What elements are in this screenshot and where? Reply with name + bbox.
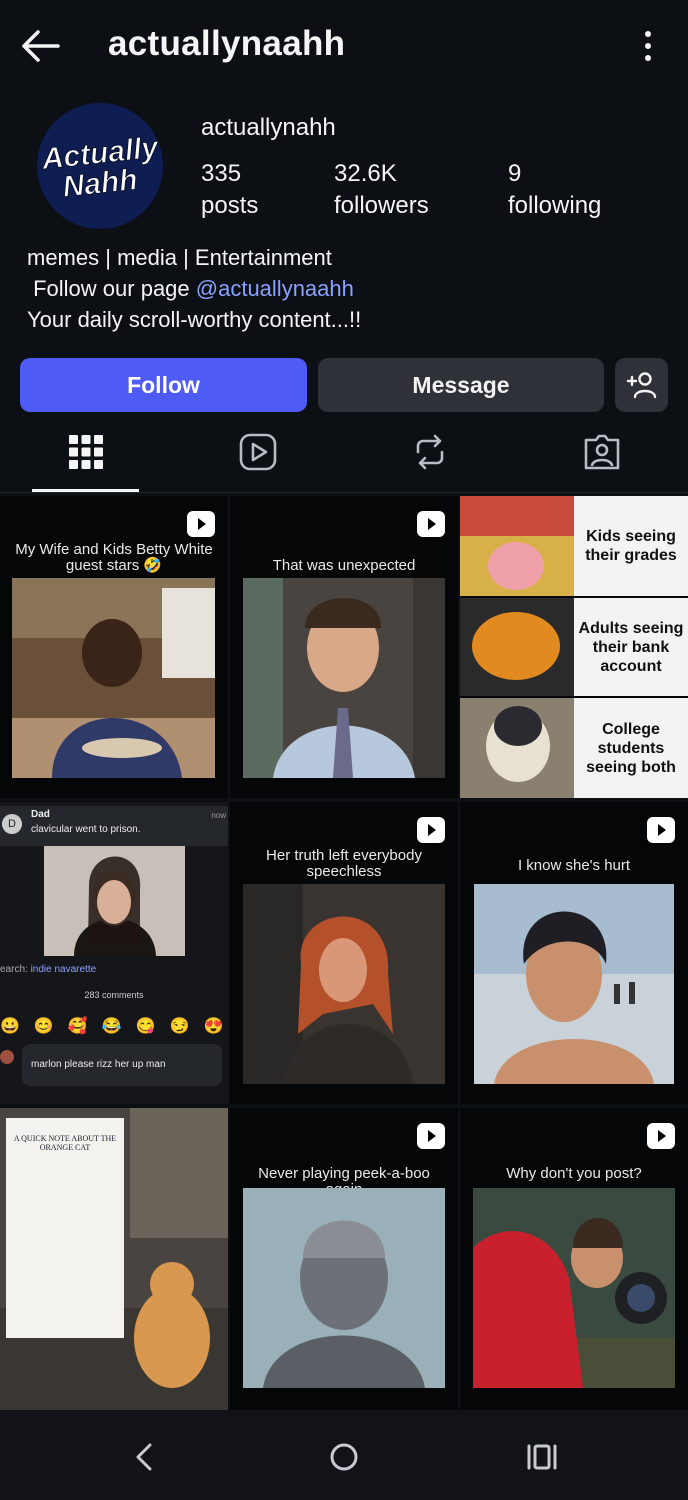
reply-text: marlon please rizz her up man (31, 1059, 166, 1070)
suggest-users-button[interactable] (615, 358, 668, 412)
meme-reaction-images (460, 496, 574, 798)
reply-avatar (0, 1050, 14, 1064)
post-tile[interactable]: Kids seeing their grades Adults seeing t… (460, 496, 688, 798)
comments-count: 283 comments (84, 990, 144, 1000)
meme-panel: Kids seeing their grades (574, 496, 688, 596)
top-bar: actuallynaahh (0, 0, 688, 92)
follow-button[interactable]: Follow (20, 358, 307, 412)
stat-following[interactable]: 9 following (508, 158, 601, 222)
tab-reels-icon[interactable] (238, 432, 278, 472)
post-thumbnail (12, 578, 215, 778)
stat-posts[interactable]: 335 posts (201, 158, 258, 222)
stat-following-value: 9 (508, 160, 522, 187)
tab-grid-icon[interactable] (66, 432, 106, 472)
reel-icon (647, 817, 675, 843)
post-tile[interactable]: That was unexpected (230, 496, 458, 798)
emoji-row: 😀😊🥰😂😋😏😍 (0, 1018, 228, 1035)
post-caption: I know she's hurt (517, 857, 631, 874)
post-tile[interactable]: Never playing peek-a-boo again (230, 1108, 458, 1410)
post-caption: My Wife and Kids Betty White guest stars… (15, 541, 213, 574)
system-nav-bar (0, 1410, 688, 1500)
reel-icon (187, 511, 215, 537)
add-person-icon (626, 372, 656, 399)
search-bar: earch: indie navarette (0, 964, 96, 975)
bio-line-2: Follow our page @actuallynaahh (27, 273, 361, 304)
post-tile[interactable]: My Wife and Kids Betty White guest stars… (0, 496, 228, 798)
meme-panel: Adults seeing their bank account (574, 598, 688, 696)
post-thumbnail (44, 846, 185, 956)
post-tile[interactable]: Why don't you post? (460, 1108, 688, 1410)
post-thumbnail (474, 884, 674, 1084)
stat-followers-value: 32.6K (334, 160, 397, 187)
post-caption: That was unexpected (272, 557, 416, 574)
tab-reposts-icon[interactable] (410, 432, 450, 472)
reel-icon (417, 1123, 445, 1149)
post-tile[interactable]: Her truth left everybody speechless (230, 802, 458, 1104)
bio-line-1: memes | media | Entertainment (27, 245, 332, 270)
bio-mention-link[interactable]: @actuallynaahh (196, 276, 354, 301)
stat-followers[interactable]: 32.6K followers (334, 158, 429, 222)
post-thumbnail (0, 1108, 228, 1410)
chat-time: now (211, 811, 226, 820)
reel-icon (417, 817, 445, 843)
meme-panel: College students seeing both (574, 698, 688, 798)
tabs-divider (0, 492, 688, 493)
post-caption: Why don't you post? (506, 1165, 642, 1182)
tab-tagged-icon[interactable] (582, 432, 622, 472)
note-title: A QUICK NOTE ABOUT THE ORANGE CAT (13, 1134, 117, 1152)
profile-tabs (0, 420, 688, 492)
bio-line-3: Your daily scroll-worthy content...!! (27, 307, 362, 332)
avatar[interactable]: Actually Nahh (37, 103, 163, 229)
post-tile[interactable]: A QUICK NOTE ABOUT THE ORANGE CAT (0, 1108, 228, 1410)
chat-avatar: D (2, 814, 22, 834)
nav-recents-icon[interactable] (522, 1440, 562, 1474)
chat-text: clavicular went to prison. (31, 824, 141, 835)
profile-handle: actuallynahh (201, 114, 336, 141)
stat-posts-value: 335 (201, 160, 242, 187)
stat-posts-label: posts (201, 192, 259, 219)
back-arrow-icon[interactable] (18, 28, 62, 64)
post-caption: Her truth left everybody speechless (266, 847, 422, 880)
post-thumbnail (243, 578, 445, 778)
post-tile[interactable]: D Dad clavicular went to prison. now ear… (0, 802, 228, 1104)
page-title: actuallynaahh (108, 24, 346, 63)
search-term: indie navarette (30, 964, 97, 975)
post-tile[interactable]: I know she's hurt (460, 802, 688, 1104)
bio-line-2-prefix: Follow our page (27, 276, 196, 301)
bio: memes | media | Entertainment Follow our… (27, 242, 361, 335)
stat-followers-label: followers (334, 192, 429, 219)
post-thumbnail (473, 1188, 675, 1388)
reel-icon (417, 511, 445, 537)
post-thumbnail (243, 1188, 445, 1388)
more-options-icon[interactable] (630, 28, 666, 64)
reel-icon (647, 1123, 675, 1149)
search-prefix: earch: (0, 964, 31, 975)
stat-following-label: following (508, 192, 602, 219)
message-button[interactable]: Message (318, 358, 604, 412)
post-thumbnail (243, 884, 445, 1084)
nav-back-icon[interactable] (124, 1440, 164, 1474)
chat-sender: Dad (31, 809, 50, 820)
nav-home-icon[interactable] (324, 1440, 364, 1474)
